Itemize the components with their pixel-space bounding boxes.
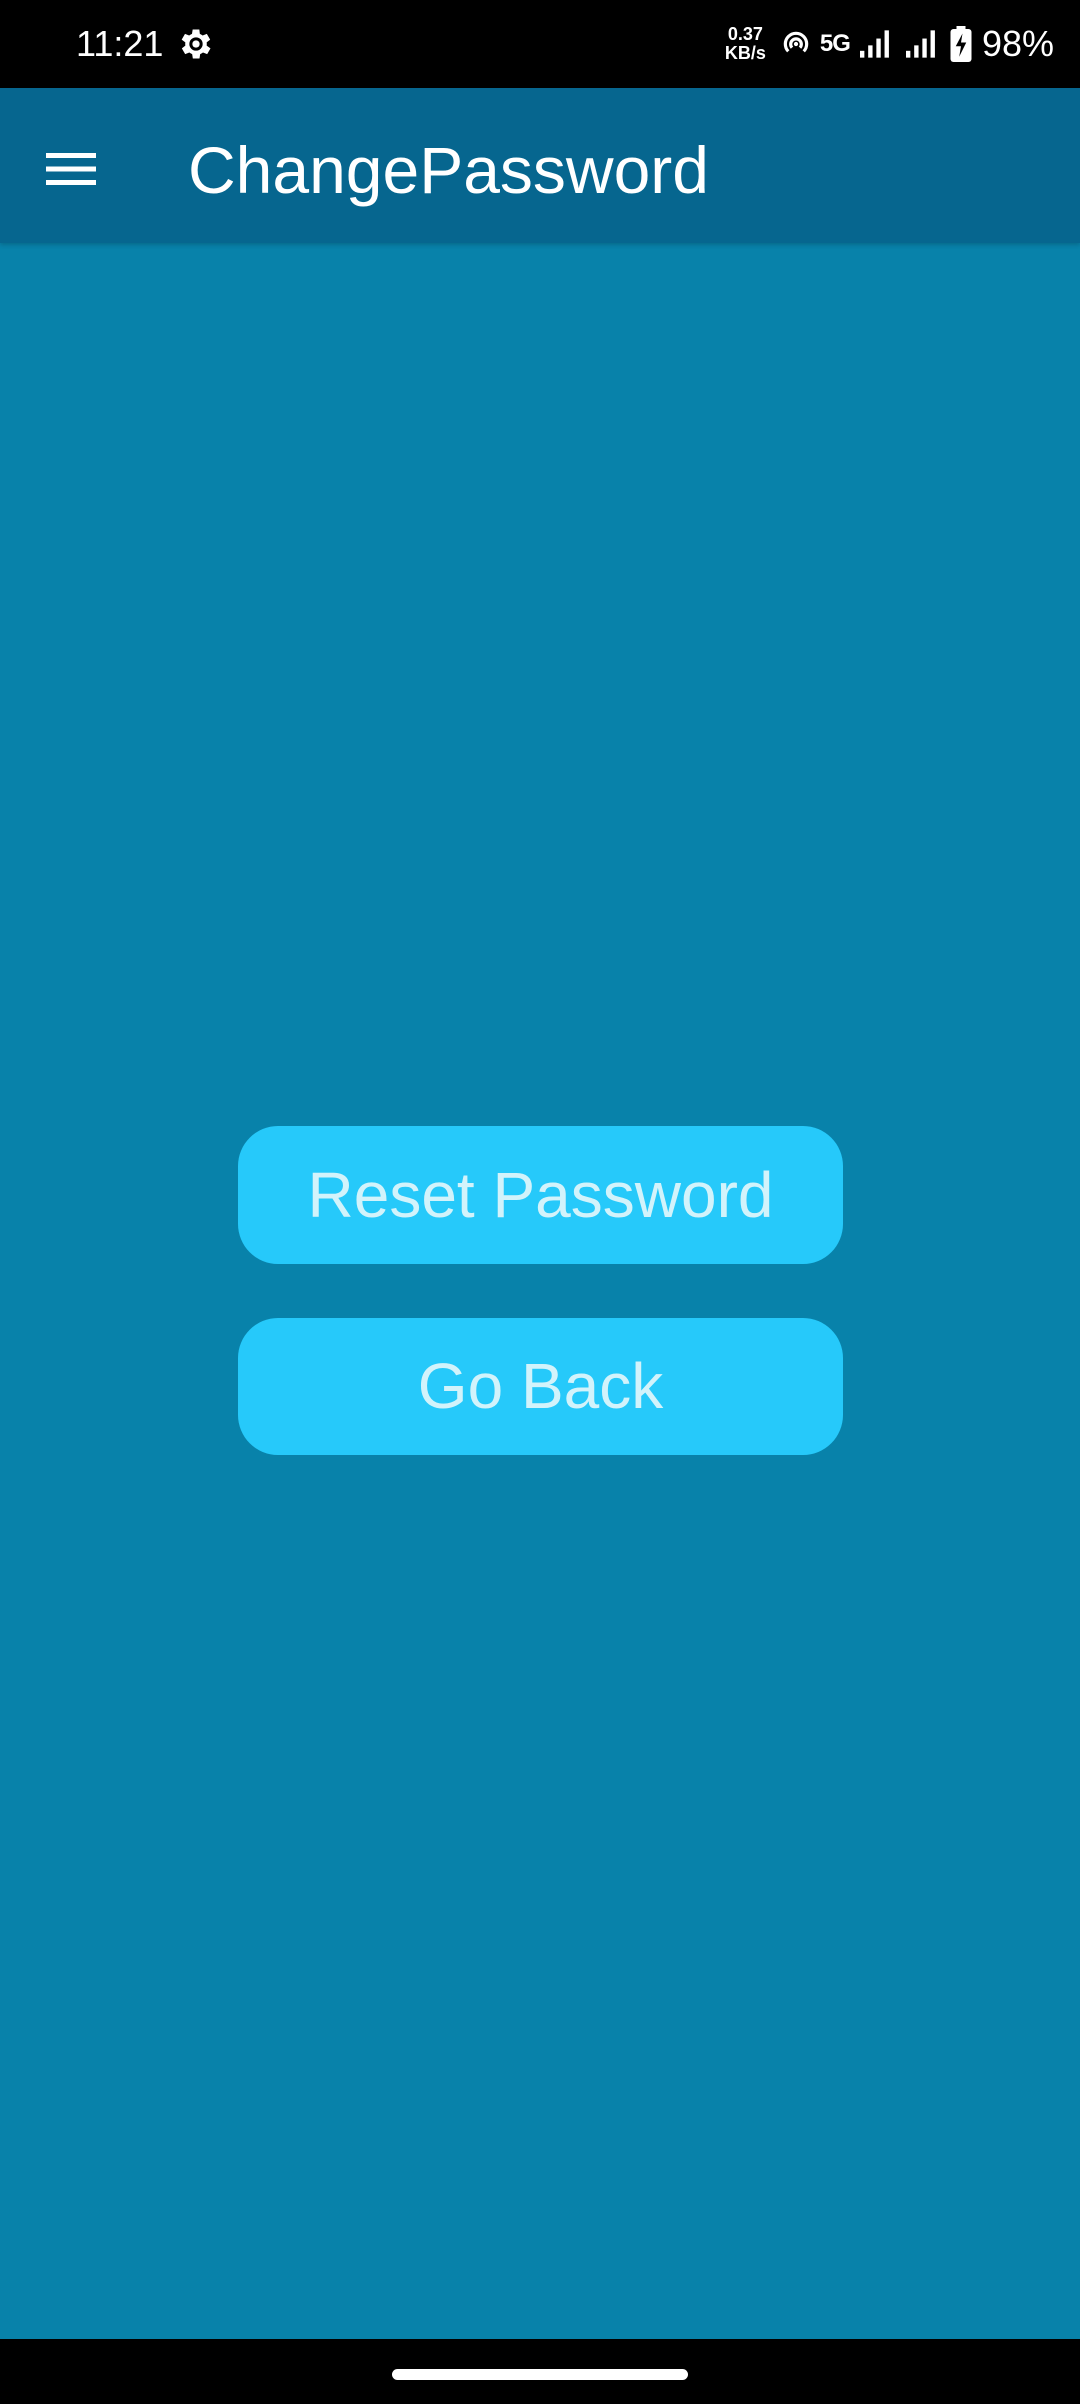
navigation-bar — [0, 2339, 1080, 2404]
page-title: ChangePassword — [188, 133, 709, 207]
app-bar: ChangePassword — [0, 88, 1080, 243]
hotspot-icon — [783, 31, 809, 53]
status-bar: 11:21 0.37 KB/s 5G 98% — [0, 0, 1080, 88]
network-speed: 0.37 KB/s — [725, 25, 766, 63]
signal-icon — [905, 30, 935, 58]
network-speed-value: 0.37 — [727, 24, 763, 44]
home-indicator[interactable] — [392, 2369, 688, 2380]
go-back-button[interactable]: Go Back — [238, 1318, 843, 1455]
status-icons: 0.37 KB/s 5G 98% — [725, 0, 1054, 88]
reset-password-button[interactable]: Reset Password — [238, 1126, 843, 1264]
network-speed-unit: KB/s — [724, 43, 766, 63]
status-time: 11:21 — [76, 23, 164, 64]
network-type: 5G — [819, 30, 851, 57]
gear-icon — [181, 29, 211, 59]
menu-icon[interactable] — [46, 151, 96, 187]
menu-button[interactable] — [28, 126, 114, 212]
signal-icon — [859, 30, 889, 58]
battery-charging-icon — [950, 26, 972, 62]
battery-percent: 98% — [981, 23, 1054, 64]
